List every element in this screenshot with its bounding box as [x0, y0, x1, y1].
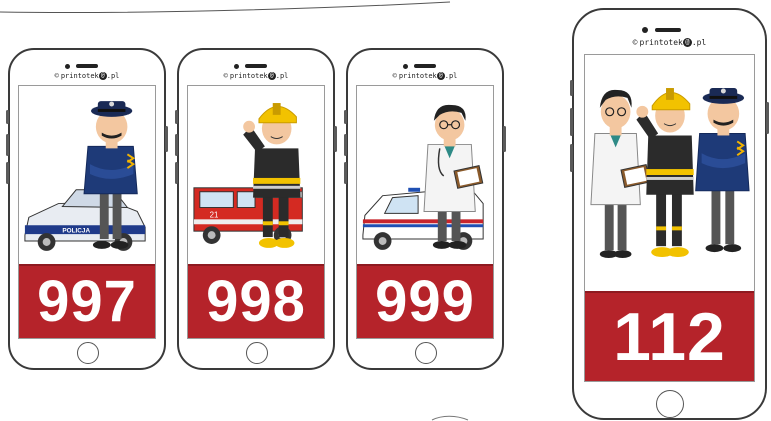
- volume-up-button: [570, 108, 573, 136]
- emergency-number-banner: 997: [19, 264, 155, 338]
- firefighter-illustration: 21: [193, 103, 303, 248]
- emergency-number: 997: [37, 269, 137, 334]
- emergency-services-group-illustration: [590, 88, 750, 259]
- earpiece-speaker: [245, 64, 267, 68]
- watermark-printotek: © printotek @ .pl: [223, 72, 289, 80]
- phone-card-998: © printotek @ .pl 21 998: [175, 48, 337, 370]
- front-camera: [65, 64, 70, 69]
- volume-down-button: [6, 162, 9, 184]
- watermark-printotek: © printotek @ .pl: [632, 38, 707, 47]
- front-camera: [234, 64, 239, 69]
- power-button: [503, 126, 506, 152]
- power-button: [766, 102, 769, 134]
- mute-switch: [570, 80, 573, 96]
- phone-screen: 112: [584, 54, 755, 382]
- phone-screen: 21 998: [187, 85, 325, 339]
- phone-card-997: © printotek @ .pl POLICJA 997: [6, 48, 168, 370]
- home-button: [415, 342, 437, 364]
- police-officer-figure: [695, 88, 750, 253]
- volume-down-button: [344, 162, 347, 184]
- home-button: [77, 342, 99, 364]
- police-car-label: POLICJA: [62, 228, 90, 235]
- mute-switch: [344, 110, 347, 124]
- volume-up-button: [344, 134, 347, 156]
- mute-switch: [175, 110, 178, 124]
- fire-truck-label: 21: [210, 210, 219, 219]
- mute-switch: [6, 110, 9, 124]
- doctor-illustration: [362, 104, 484, 250]
- front-camera: [642, 27, 648, 33]
- power-button: [165, 126, 168, 152]
- home-button: [656, 390, 684, 418]
- emergency-number-banner: 112: [585, 291, 754, 381]
- volume-up-button: [6, 134, 9, 156]
- phone-card-999: © printotek @ .pl 999: [344, 48, 506, 370]
- volume-down-button: [175, 162, 178, 184]
- volume-up-button: [175, 134, 178, 156]
- emergency-number: 112: [613, 299, 726, 375]
- phone-screen: 999: [356, 85, 494, 339]
- emergency-number: 999: [375, 269, 475, 334]
- police-officer-illustration: POLICJA: [24, 101, 146, 251]
- phone-screen: POLICJA 997: [18, 85, 156, 339]
- emergency-number-banner: 998: [188, 264, 324, 338]
- phone-card-112: © printotek @ .pl 112: [570, 8, 769, 420]
- volume-down-button: [570, 144, 573, 172]
- watermark-printotek: © printotek @ .pl: [392, 72, 458, 80]
- emergency-number-banner: 999: [357, 264, 493, 338]
- front-camera: [403, 64, 408, 69]
- home-button: [246, 342, 268, 364]
- earpiece-speaker: [414, 64, 436, 68]
- police-car-icon: POLICJA: [24, 185, 146, 251]
- emergency-number: 998: [206, 269, 306, 334]
- watermark-printotek: © printotek @ .pl: [54, 72, 120, 80]
- earpiece-speaker: [76, 64, 98, 68]
- earpiece-speaker: [655, 28, 681, 32]
- power-button: [334, 126, 337, 152]
- bottom-decorative-mark: [431, 415, 469, 421]
